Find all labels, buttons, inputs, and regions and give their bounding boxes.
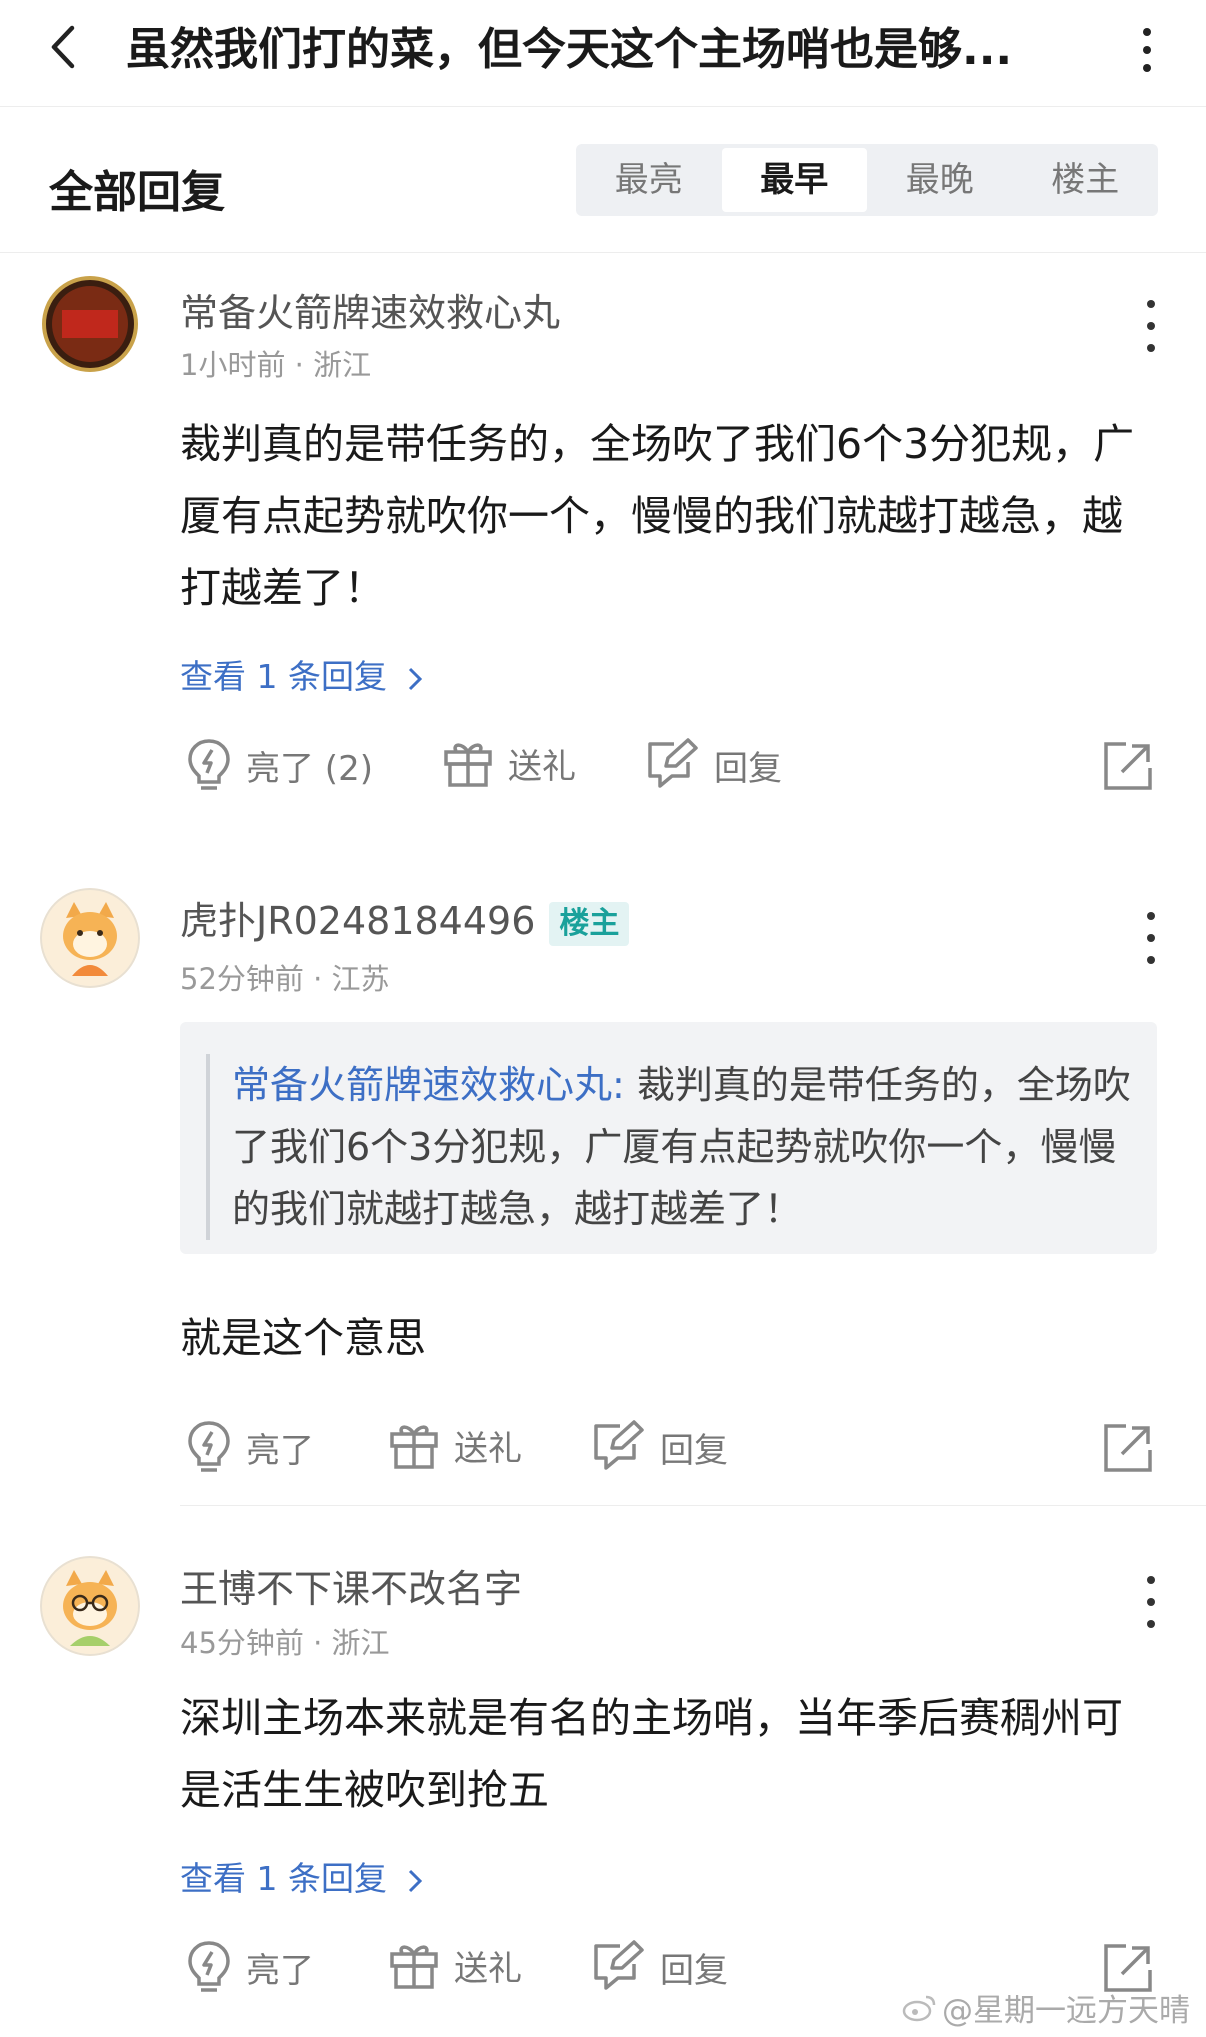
section-title: 全部回复 xyxy=(49,167,225,218)
view-replies-label: 查看 1 条回复 xyxy=(180,657,387,696)
chevron-right-icon xyxy=(409,667,423,690)
replies-header: 全部回复 最亮 最早 最晚 楼主 xyxy=(0,106,1206,253)
like-label: 亮了 xyxy=(246,1950,314,1991)
tab-latest[interactable]: 最晚 xyxy=(867,144,1013,216)
reply-button[interactable]: 回复 xyxy=(590,1940,728,1994)
reply-label: 回复 xyxy=(660,1950,728,1991)
reply-button[interactable]: 回复 xyxy=(644,738,782,792)
edit-reply-icon xyxy=(594,1420,644,1470)
like-button[interactable]: 亮了 (2) xyxy=(186,738,373,792)
gift-icon xyxy=(390,1425,438,1469)
like-label: 亮了 (2) xyxy=(246,748,373,789)
gift-label: 送礼 xyxy=(454,1948,522,1989)
username[interactable]: 虎扑JR0248184496 xyxy=(180,899,535,943)
gift-button[interactable]: 送礼 xyxy=(442,738,576,788)
like-label: 亮了 xyxy=(246,1430,314,1471)
weibo-logo-icon xyxy=(902,1995,936,2021)
like-button[interactable]: 亮了 xyxy=(186,1940,314,1994)
share-icon[interactable] xyxy=(1102,740,1154,792)
reply-item: 王博不下课不改名字 45分钟前 · 浙江 深圳主场本来就是有名的主场哨，当年季后… xyxy=(0,1520,1206,2037)
post-actions: 亮了 (2) 送礼 回复 xyxy=(0,730,1206,800)
page-title: 虽然我们打的菜，但今天这个主场哨也是够... xyxy=(126,24,1013,75)
edit-reply-icon xyxy=(594,1940,644,1990)
post-content: 深圳主场本来就是有名的主场哨，当年季后赛稠州可是活生生被吹到抢五 xyxy=(180,1694,1123,1814)
post-content: 裁判真的是带任务的，全场吹了我们6个3分犯规，广厦有点起势就吹你一个，慢慢的我们… xyxy=(180,420,1135,612)
quoted-reply[interactable]: 常备火箭牌速效救心丸: 裁判真的是带任务的，全场吹了我们6个3分犯规，广厦有点起… xyxy=(180,1022,1157,1254)
reply-label: 回复 xyxy=(660,1430,728,1471)
post-content: 就是这个意思 xyxy=(180,1314,426,1362)
edit-reply-icon xyxy=(648,738,698,788)
lightbulb-icon xyxy=(188,739,230,790)
post-meta: 1小时前 · 浙江 xyxy=(180,348,372,382)
view-replies-link[interactable]: 查看 1 条回复 xyxy=(180,1852,425,1900)
weibo-watermark: @星期一远方天晴 xyxy=(902,1985,1190,2030)
avatar[interactable] xyxy=(40,274,140,374)
lightbulb-icon xyxy=(188,1421,230,1472)
vertical-dots-icon[interactable] xyxy=(1136,290,1166,362)
gift-label: 送礼 xyxy=(508,746,576,787)
watermark-text: @星期一远方天晴 xyxy=(942,1993,1190,2029)
chevron-right-icon xyxy=(409,1869,423,1892)
gift-button[interactable]: 送礼 xyxy=(388,1420,522,1470)
view-replies-link[interactable]: 查看 1 条回复 xyxy=(180,650,425,698)
tab-op[interactable]: 楼主 xyxy=(1013,144,1159,216)
reply-item: 常备火箭牌速效救心丸 1小时前 · 浙江 裁判真的是带任务的，全场吹了我们6个3… xyxy=(0,252,1206,812)
reply-button[interactable]: 回复 xyxy=(590,1420,728,1474)
quote-username[interactable]: 常备火箭牌速效救心丸: xyxy=(232,1063,625,1107)
username[interactable]: 王博不下课不改名字 xyxy=(180,1558,522,1613)
gift-label: 送礼 xyxy=(454,1428,522,1469)
username-row: 虎扑JR0248184496 楼主 xyxy=(180,890,630,946)
gift-icon xyxy=(444,743,492,787)
view-replies-label: 查看 1 条回复 xyxy=(180,1859,387,1898)
post-actions: 亮了 送礼 回复 xyxy=(0,1412,1206,1482)
share-icon[interactable] xyxy=(1102,1422,1154,1474)
like-button[interactable]: 亮了 xyxy=(186,1420,314,1474)
post-meta: 52分钟前 · 江苏 xyxy=(180,962,390,996)
username[interactable]: 常备火箭牌速效救心丸 xyxy=(180,282,560,337)
gift-button[interactable]: 送礼 xyxy=(388,1940,522,1990)
lightbulb-icon xyxy=(188,1941,230,1992)
tab-brightest[interactable]: 最亮 xyxy=(576,144,722,216)
chevron-left-icon[interactable] xyxy=(44,22,84,72)
gift-icon xyxy=(390,1945,438,1989)
tab-earliest[interactable]: 最早 xyxy=(721,148,867,212)
top-bar: 虽然我们打的菜，但今天这个主场哨也是够... xyxy=(0,0,1206,107)
vertical-dots-icon[interactable] xyxy=(1136,902,1166,974)
avatar[interactable] xyxy=(40,888,140,988)
avatar[interactable] xyxy=(40,1556,140,1656)
op-badge: 楼主 xyxy=(549,901,630,946)
quote-content: 常备火箭牌速效救心丸: 裁判真的是带任务的，全场吹了我们6个3分犯规，广厦有点起… xyxy=(206,1054,1138,1240)
vertical-dots-icon[interactable] xyxy=(1132,20,1162,80)
vertical-dots-icon[interactable] xyxy=(1136,1566,1166,1638)
reply-label: 回复 xyxy=(714,748,782,789)
post-meta: 45分钟前 · 浙江 xyxy=(180,1626,390,1660)
reply-item: 虎扑JR0248184496 楼主 52分钟前 · 江苏 常备火箭牌速效救心丸: … xyxy=(0,860,1206,1500)
divider xyxy=(180,1505,1206,1506)
sort-tabs: 最亮 最早 最晚 楼主 xyxy=(576,144,1158,216)
